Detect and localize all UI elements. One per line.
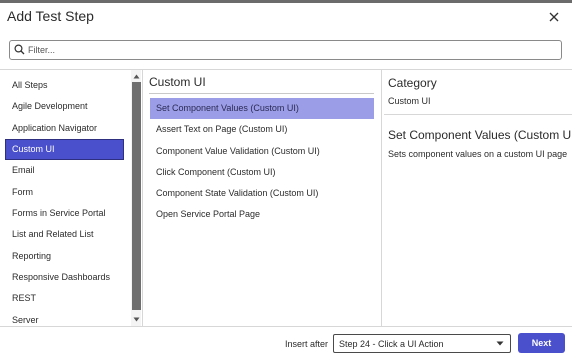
dialog-title: Add Test Step	[7, 8, 94, 24]
footer-divider	[0, 326, 572, 327]
category-item-application-navigator[interactable]: Application Navigator	[6, 119, 123, 138]
step-item-component-value-validation[interactable]: Component Value Validation (Custom UI)	[150, 141, 374, 162]
insert-after-value: Step 24 - Click a UI Action	[339, 339, 444, 349]
step-item-component-state-validation[interactable]: Component State Validation (Custom UI)	[150, 183, 374, 204]
filter-input[interactable]	[28, 41, 548, 59]
steps-heading-rule	[149, 93, 374, 94]
category-item-rest[interactable]: REST	[6, 289, 123, 308]
category-item-email[interactable]: Email	[6, 161, 123, 180]
category-item-server[interactable]: Server	[6, 311, 123, 326]
scroll-down-arrow-icon[interactable]	[132, 314, 141, 324]
step-item-assert-text-on-page[interactable]: Assert Text on Page (Custom UI)	[150, 119, 374, 140]
category-item-forms-in-service-portal[interactable]: Forms in Service Portal	[6, 204, 123, 223]
insert-after-select[interactable]: Step 24 - Click a UI Action	[333, 334, 511, 353]
insert-after-label: Insert after	[285, 339, 329, 349]
details-divider	[384, 114, 572, 115]
category-item-responsive-dashboards[interactable]: Responsive Dashboards	[6, 268, 123, 287]
category-item-agile-development[interactable]: Agile Development	[6, 97, 123, 116]
step-item-set-component-values[interactable]: Set Component Values (Custom UI)	[150, 98, 374, 119]
scrollbar-thumb[interactable]	[132, 82, 141, 310]
step-item-open-service-portal-page[interactable]: Open Service Portal Page	[150, 204, 374, 225]
scroll-up-arrow-icon[interactable]	[132, 71, 141, 81]
category-item-form[interactable]: Form	[6, 183, 123, 202]
search-icon	[14, 44, 25, 55]
category-heading: Category	[388, 76, 437, 90]
step-description: Sets component values on a custom UI pag…	[388, 149, 568, 159]
filter-box	[9, 40, 562, 60]
category-item-all-steps[interactable]: All Steps	[6, 76, 123, 95]
steps-heading: Custom UI	[149, 75, 206, 89]
category-scrollbar[interactable]	[131, 70, 141, 326]
category-item-custom-ui[interactable]: Custom UI	[5, 139, 124, 160]
column-divider	[381, 70, 382, 326]
category-item-list-and-related-list[interactable]: List and Related List	[6, 225, 123, 244]
next-button[interactable]: Next	[518, 333, 565, 353]
chevron-down-icon	[496, 341, 504, 346]
category-item-reporting[interactable]: Reporting	[6, 247, 123, 266]
step-item-click-component[interactable]: Click Component (Custom UI)	[150, 162, 374, 183]
step-name-heading: Set Component Values (Custom UI)	[388, 128, 572, 142]
close-icon[interactable]	[546, 9, 562, 25]
category-value: Custom UI	[388, 96, 431, 106]
dialog-header: Add Test Step	[0, 3, 572, 31]
column-divider	[142, 70, 143, 326]
category-list: All Steps Agile Development Application …	[0, 70, 131, 326]
